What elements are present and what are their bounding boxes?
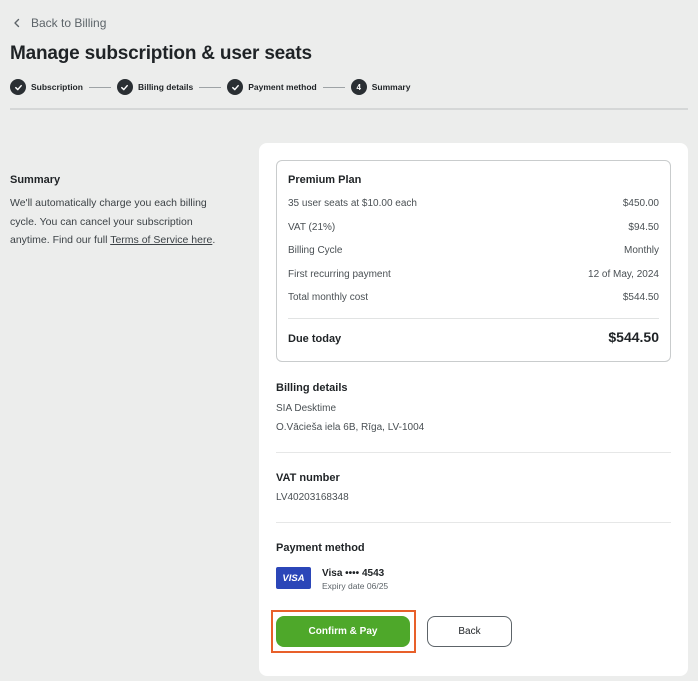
page-title: Manage subscription & user seats [10, 43, 312, 64]
vat-number-value: LV40203168348 [276, 492, 349, 503]
plan-divider [288, 318, 659, 319]
due-today-label: Due today [288, 333, 342, 345]
row-value: $450.00 [622, 198, 659, 209]
step-billing-details[interactable]: Billing details [116, 79, 194, 95]
card-number: Visa •••• 4543 [322, 568, 385, 579]
step-connector [88, 86, 111, 88]
section-divider [276, 522, 671, 523]
step-connector [199, 86, 222, 88]
payment-method-heading: Payment method [276, 542, 365, 554]
stepper: Subscription Billing details Payment met… [10, 79, 410, 95]
step-label: Summary [371, 82, 411, 92]
header-divider [10, 108, 688, 110]
plan-row-total: Total monthly cost $544.50 [288, 292, 659, 303]
step-label: Billing details [137, 82, 194, 92]
step-payment-method[interactable]: Payment method [227, 79, 317, 95]
row-value: Monthly [623, 245, 659, 256]
step-label: Subscription [31, 82, 83, 92]
billing-address: O.Vācieša iela 6B, Rīga, LV-1004 [276, 422, 425, 433]
step-label: Payment method [248, 82, 317, 92]
plan-summary-box: Premium Plan 35 user seats at $10.00 eac… [276, 160, 671, 362]
plan-title: Premium Plan [288, 174, 362, 186]
row-value: $544.50 [622, 292, 659, 303]
back-button[interactable]: Back [427, 616, 512, 647]
step-completed-badge [10, 79, 26, 95]
terms-of-service-link[interactable]: Terms of Service here [110, 234, 212, 246]
plan-row-billing-cycle: Billing Cycle Monthly [288, 245, 659, 256]
step-number-badge: 4 [350, 79, 367, 95]
row-label: VAT (21%) [288, 222, 336, 233]
row-value: $94.50 [628, 222, 659, 233]
back-link-label: Back to Billing [31, 16, 107, 30]
row-label: 35 user seats at $10.00 each [288, 198, 417, 209]
summary-text-end: . [212, 234, 216, 246]
step-subscription[interactable]: Subscription [10, 79, 83, 95]
check-icon [231, 84, 239, 90]
back-to-billing-link[interactable]: Back to Billing [12, 16, 106, 30]
row-value: 12 of May, 2024 [588, 269, 659, 280]
step-completed-badge [116, 79, 133, 95]
section-divider [276, 452, 671, 453]
check-icon [14, 84, 22, 90]
billing-company: SIA Desktime [276, 403, 337, 414]
step-completed-badge [227, 79, 244, 95]
visa-logo: VISA [276, 567, 311, 589]
plan-row-vat: VAT (21%) $94.50 [288, 222, 659, 233]
check-icon [121, 84, 129, 90]
card-expiry: Expiry date 06/25 [322, 581, 389, 591]
vat-number-heading: VAT number [276, 472, 340, 484]
row-label: Total monthly cost [288, 292, 369, 303]
due-today-amount: $544.50 [608, 329, 659, 345]
confirm-and-pay-button[interactable]: Confirm & Pay [276, 616, 410, 647]
summary-card: Premium Plan 35 user seats at $10.00 eac… [259, 143, 688, 676]
billing-details-heading: Billing details [276, 382, 348, 394]
plan-row-seats: 35 user seats at $10.00 each $450.00 [288, 198, 659, 209]
step-connector [322, 86, 345, 88]
chevron-left-icon [14, 18, 20, 28]
summary-description: We'll automatically charge you each bill… [10, 194, 235, 250]
plan-row-first-payment: First recurring payment 12 of May, 2024 [288, 269, 659, 280]
step-summary: 4 Summary [350, 79, 411, 95]
row-label: First recurring payment [288, 269, 391, 280]
row-label: Billing Cycle [288, 245, 343, 256]
summary-heading: Summary [10, 174, 61, 186]
